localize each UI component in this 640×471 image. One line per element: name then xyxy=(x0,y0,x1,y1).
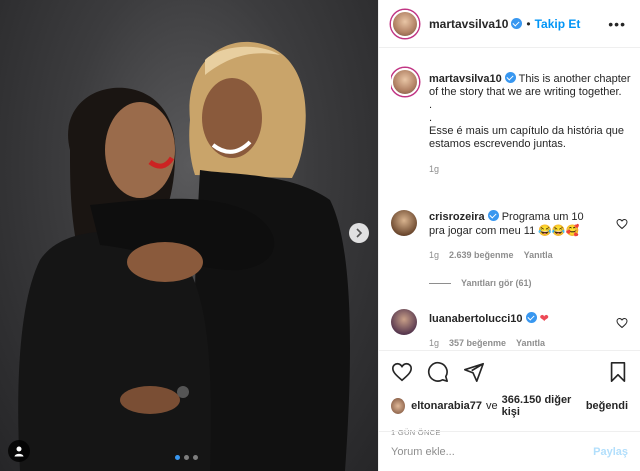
verified-icon xyxy=(511,18,523,29)
comment-time[interactable]: 1g xyxy=(429,336,439,350)
verified-icon xyxy=(504,72,516,83)
user-tag-button[interactable] xyxy=(8,440,30,462)
liker-username[interactable]: eltonarabia77 xyxy=(411,400,482,412)
next-slide-button[interactable] xyxy=(349,223,369,243)
caption-username[interactable]: martavsilva10 xyxy=(429,73,502,85)
commenter-avatar[interactable] xyxy=(391,309,417,335)
comment-likes[interactable]: 357 beğenme xyxy=(449,336,506,350)
author-avatar[interactable] xyxy=(391,9,419,38)
view-replies-button[interactable]: Yanıtları gör (61) xyxy=(429,278,532,288)
commenter-username[interactable]: luanabertolucci10 xyxy=(429,313,523,325)
post-side-panel: martavsilva10 • Takip Et ••• martavsilva… xyxy=(378,0,640,471)
caption-line: . xyxy=(429,112,433,124)
add-comment-bar: Paylaş xyxy=(379,431,640,471)
caption-avatar[interactable] xyxy=(391,68,419,96)
comment-item: luanabertolucci10 ❤ 1g 357 beğenme Yanıt… xyxy=(391,309,632,350)
post-header: martavsilva10 • Takip Et ••• xyxy=(379,0,640,48)
author-username[interactable]: martavsilva10 xyxy=(429,17,508,31)
comment-text: ❤ xyxy=(539,313,549,325)
caption-line: Esse é mais um capítulo da história que … xyxy=(429,125,625,150)
carousel-dot-active xyxy=(175,455,180,460)
carousel-dot xyxy=(184,455,189,460)
reply-button[interactable]: Yanıtla xyxy=(524,248,553,262)
share-icon[interactable] xyxy=(463,361,485,383)
likes-suffix: beğendi xyxy=(585,400,628,412)
view-replies-label: Yanıtları gör (61) xyxy=(461,278,532,288)
heart-icon[interactable] xyxy=(391,361,413,383)
comment-input[interactable] xyxy=(391,445,594,458)
heart-icon[interactable] xyxy=(616,218,628,230)
reply-button[interactable]: Yanıtla xyxy=(516,336,545,350)
likes-summary: eltonarabia77 ve 366.150 diğer kişi beğe… xyxy=(391,394,628,418)
comment-likes[interactable]: 2.639 beğenme xyxy=(449,248,514,262)
carousel-dot xyxy=(193,455,198,460)
bookmark-icon[interactable] xyxy=(608,361,628,383)
commenter-avatar[interactable] xyxy=(391,210,417,236)
follow-button[interactable]: Takip Et xyxy=(535,17,581,31)
comment-time[interactable]: 1g xyxy=(429,248,439,262)
likes-connector: ve xyxy=(486,400,498,412)
verified-icon xyxy=(487,210,499,221)
verified-icon xyxy=(525,312,537,323)
post-caption: martavsilva10 This is another chapter of… xyxy=(391,60,632,176)
more-icon[interactable]: ••• xyxy=(608,16,626,32)
post-comment-button[interactable]: Paylaş xyxy=(593,446,628,458)
caption-line: . xyxy=(429,99,433,111)
comment-icon[interactable] xyxy=(427,361,449,383)
photo-scene xyxy=(18,41,350,471)
heart-icon[interactable] xyxy=(616,317,628,329)
liker-avatar[interactable] xyxy=(391,398,406,414)
post-actions: eltonarabia77 ve 366.150 diğer kişi beğe… xyxy=(379,350,640,437)
caption-time[interactable]: 1g xyxy=(429,163,632,176)
comment-item: crisrozeira Programa um 10 pra jogar com… xyxy=(391,210,632,262)
user-tag-icon xyxy=(14,446,24,457)
commenter-username[interactable]: crisrozeira xyxy=(429,211,485,223)
chevron-right-icon xyxy=(356,228,363,238)
comments-list[interactable]: martavsilva10 This is another chapter of… xyxy=(391,60,632,350)
carousel-indicator xyxy=(175,455,198,460)
post-photo[interactable] xyxy=(0,0,378,471)
replies-divider xyxy=(429,282,451,284)
likes-count[interactable]: 366.150 diğer kişi xyxy=(502,394,582,418)
header-separator: • xyxy=(526,16,531,31)
